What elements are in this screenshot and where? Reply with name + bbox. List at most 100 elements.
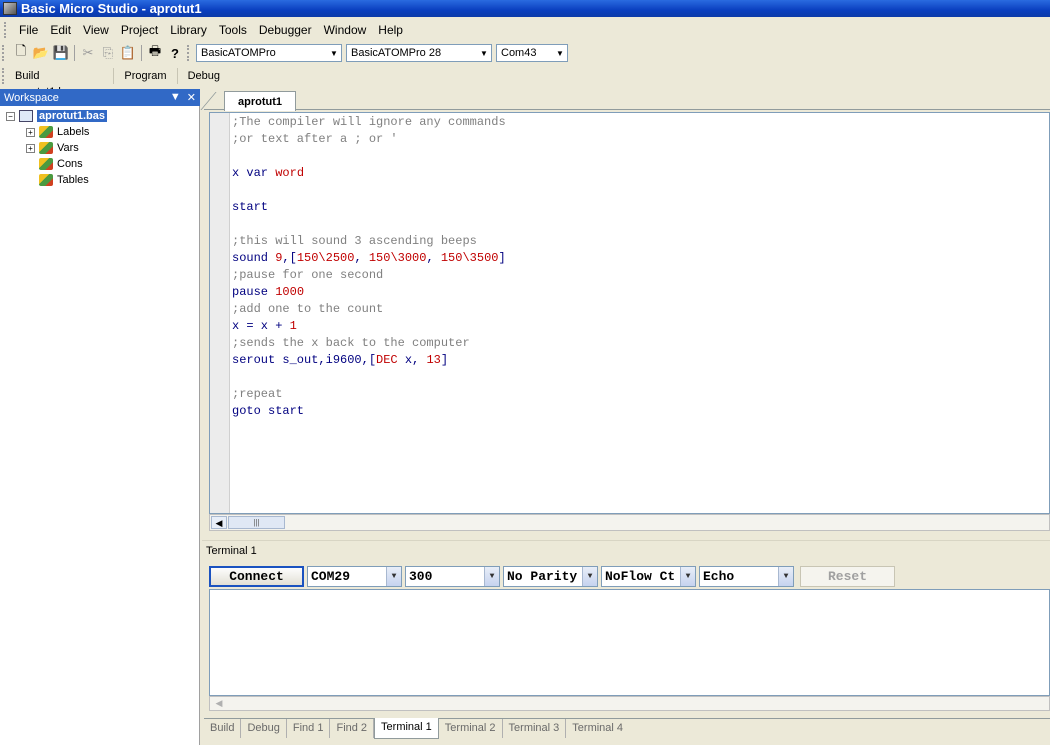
code-line[interactable]: sound 9,[150\2500, 150\3000, 150\3500] bbox=[232, 250, 506, 267]
menu-file[interactable]: File bbox=[13, 23, 44, 37]
com-port-select[interactable]: COM29 ▼ bbox=[307, 565, 402, 587]
scroll-left-icon[interactable]: ◀ bbox=[211, 516, 227, 529]
tree-item-tables[interactable]: Tables bbox=[39, 172, 89, 188]
menu-view[interactable]: View bbox=[77, 23, 115, 37]
code-line[interactable]: ;sends the x back to the computer bbox=[232, 335, 506, 352]
paste-icon[interactable]: 📋 bbox=[118, 43, 138, 63]
menu-window[interactable]: Window bbox=[318, 23, 373, 37]
code-line[interactable]: ;The compiler will ignore any commands bbox=[232, 114, 506, 131]
code-token: , bbox=[426, 251, 441, 265]
menu-project[interactable]: Project bbox=[115, 23, 164, 37]
code-line[interactable] bbox=[232, 148, 506, 165]
connect-button[interactable]: Connect bbox=[209, 565, 304, 587]
program-button[interactable]: Program bbox=[114, 68, 178, 84]
menu-help[interactable]: Help bbox=[372, 23, 409, 37]
code-line[interactable]: start bbox=[232, 199, 506, 216]
chevron-down-icon: ▼ bbox=[386, 566, 401, 586]
expand-icon[interactable]: + bbox=[26, 127, 35, 137]
close-icon[interactable]: ✕ bbox=[187, 91, 196, 104]
menu-edit[interactable]: Edit bbox=[44, 23, 77, 37]
code-token: x var bbox=[232, 166, 276, 180]
code-line[interactable]: ;or text after a ; or ' bbox=[232, 131, 506, 148]
code-token: 1 bbox=[289, 319, 297, 333]
chevron-down-icon: ▼ bbox=[582, 566, 597, 586]
symbol-icon bbox=[39, 174, 53, 186]
tab-find-2[interactable]: Find 2 bbox=[330, 719, 375, 738]
code-line[interactable]: ;repeat bbox=[232, 386, 506, 403]
code-token: , bbox=[354, 251, 369, 265]
terminal-horizontal-scrollbar[interactable]: ◀ bbox=[209, 696, 1050, 711]
menu-debugger[interactable]: Debugger bbox=[253, 23, 318, 37]
tab-terminal-2[interactable]: Terminal 2 bbox=[439, 719, 503, 738]
code-token: ] bbox=[440, 353, 449, 367]
language-select[interactable]: BasicATOMPro ▼ bbox=[196, 44, 342, 62]
terminal-header: Terminal 1 bbox=[202, 540, 1050, 560]
tree-root[interactable]: − aprotut1.bas bbox=[6, 108, 108, 124]
code-line[interactable]: pause 1000 bbox=[232, 284, 506, 301]
baud-select[interactable]: 300 ▼ bbox=[405, 565, 500, 587]
port-select[interactable]: Com43 ▼ bbox=[496, 44, 568, 62]
tree-item-cons[interactable]: Cons bbox=[39, 156, 83, 172]
code-editor[interactable]: ;The compiler will ignore any commands ;o… bbox=[209, 112, 1050, 514]
code-token: sound bbox=[232, 251, 276, 265]
help-icon[interactable]: ? bbox=[165, 43, 185, 63]
code-line[interactable]: ;pause for one second bbox=[232, 267, 506, 284]
dropdown-icon[interactable]: ▼ bbox=[170, 91, 181, 104]
window-title: Basic Micro Studio - aprotut1 bbox=[21, 1, 202, 16]
code-token: 13 bbox=[426, 353, 441, 367]
code-line[interactable] bbox=[232, 216, 506, 233]
tab-terminal-3[interactable]: Terminal 3 bbox=[503, 719, 567, 738]
device-select[interactable]: BasicATOMPro 28 ▼ bbox=[346, 44, 492, 62]
tab-debug[interactable]: Debug bbox=[241, 719, 287, 738]
code-line[interactable] bbox=[232, 369, 506, 386]
reset-button[interactable]: Reset bbox=[800, 565, 895, 587]
code-line[interactable]: ;this will sound 3 ascending beeps bbox=[232, 233, 506, 250]
build-button[interactable]: Build aprotut1.bas bbox=[11, 68, 115, 98]
chevron-down-icon: ▼ bbox=[480, 48, 488, 58]
tree-item-labels[interactable]: + Labels bbox=[26, 124, 89, 140]
editor-horizontal-scrollbar[interactable]: ◀ ||| bbox=[209, 514, 1050, 531]
collapse-icon[interactable]: − bbox=[6, 111, 15, 121]
scroll-left-icon[interactable]: ◀ bbox=[211, 697, 227, 710]
tree-item-vars[interactable]: + Vars bbox=[26, 140, 79, 156]
scroll-thumb[interactable]: ||| bbox=[228, 516, 285, 529]
terminal-output[interactable] bbox=[209, 589, 1050, 696]
cut-icon[interactable]: ✂ bbox=[78, 43, 98, 63]
code-line[interactable] bbox=[232, 182, 506, 199]
toolbar-grip bbox=[2, 68, 5, 84]
code-line[interactable]: serout s_out,i9600,[DEC x, 13] bbox=[232, 352, 506, 369]
tab-terminal-4[interactable]: Terminal 4 bbox=[566, 719, 629, 738]
parity-value: No Parity bbox=[507, 568, 578, 584]
menu-tools[interactable]: Tools bbox=[213, 23, 253, 37]
editor-tab-strip bbox=[204, 89, 1050, 110]
open-folder-icon[interactable]: 📂 bbox=[31, 43, 51, 63]
parity-select[interactable]: No Parity ▼ bbox=[503, 565, 598, 587]
code-token: ;repeat bbox=[232, 387, 283, 401]
app-icon bbox=[3, 2, 17, 15]
echo-select[interactable]: Echo ▼ bbox=[699, 565, 794, 587]
menu-library[interactable]: Library bbox=[164, 23, 213, 37]
copy-icon[interactable]: ⎘ bbox=[98, 43, 118, 63]
tab-build[interactable]: Build bbox=[204, 719, 242, 738]
new-file-icon[interactable]: 🗋 bbox=[11, 43, 31, 63]
save-icon[interactable]: 💾 bbox=[51, 43, 71, 63]
code-line[interactable]: x var word bbox=[232, 165, 506, 182]
tab-terminal-1[interactable]: Terminal 1 bbox=[374, 718, 439, 739]
code-token: ] bbox=[498, 251, 506, 265]
code-line[interactable]: x = x + 1 bbox=[232, 318, 506, 335]
code-line[interactable]: ;add one to the count bbox=[232, 301, 506, 318]
com-port-value: COM29 bbox=[311, 568, 351, 584]
flow-control-select[interactable]: NoFlow Ct ▼ bbox=[601, 565, 696, 587]
code-token: 150\3000 bbox=[368, 251, 427, 265]
device-value: BasicATOMPro 28 bbox=[351, 47, 442, 59]
code-text[interactable]: ;The compiler will ignore any commands ;o… bbox=[232, 114, 506, 420]
toolbar-grip bbox=[2, 45, 5, 61]
print-icon[interactable]: 🖶 bbox=[145, 43, 165, 63]
expand-icon[interactable]: + bbox=[26, 143, 35, 153]
code-token: DEC bbox=[376, 353, 398, 367]
menu-grip bbox=[4, 22, 7, 38]
editor-tab[interactable]: aprotut1 bbox=[224, 91, 296, 111]
code-line[interactable]: goto start bbox=[232, 403, 506, 420]
debug-button[interactable]: Debug bbox=[178, 68, 230, 84]
tab-find-1[interactable]: Find 1 bbox=[287, 719, 331, 738]
